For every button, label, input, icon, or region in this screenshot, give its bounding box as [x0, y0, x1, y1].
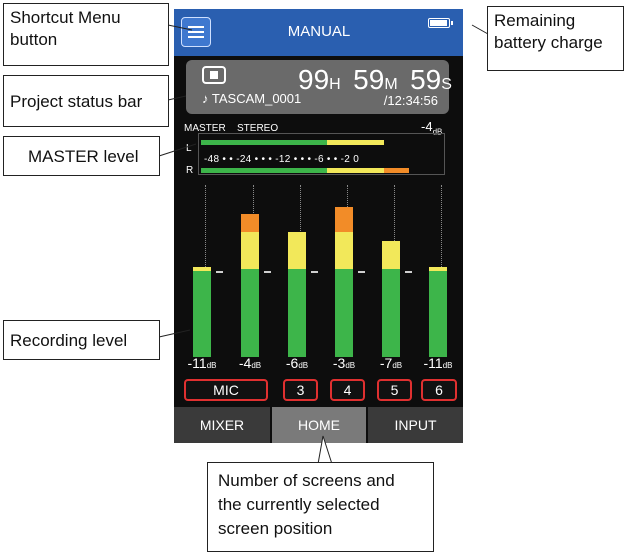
callout-project-status: Project status bar [3, 75, 169, 127]
callout-shortcut-menu: Shortcut Menu button [3, 3, 169, 66]
callout-master-level: MASTER level [3, 136, 160, 176]
callout-recording-level: Recording level [3, 320, 160, 360]
callout-battery: Remaining battery charge [487, 6, 624, 71]
callout-screens: Number of screens and the currently sele… [207, 462, 434, 552]
